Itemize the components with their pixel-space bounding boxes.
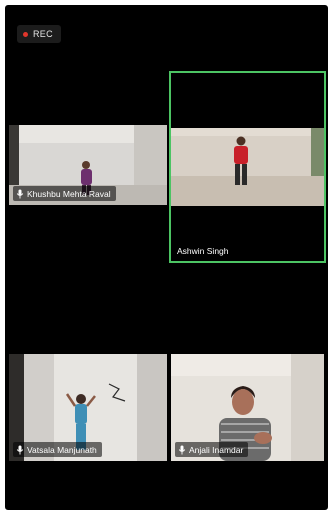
participant-name-tag: Anjali Inamdar [175, 442, 249, 457]
video-tile-khushbu[interactable]: Khushbu Mehta Raval [9, 125, 167, 205]
video-tile-anjali[interactable]: Anjali Inamdar [171, 354, 324, 461]
participant-name-tag: Khushbu Mehta Raval [13, 186, 116, 201]
video-tile-ashwin[interactable]: Ashwin Singh [169, 71, 326, 263]
video-feed [171, 73, 324, 261]
video-tile-vatsala[interactable]: Vatsala Manjunath [9, 354, 167, 461]
record-dot-icon [23, 31, 28, 37]
microphone-icon [178, 445, 186, 454]
participant-name: Anjali Inamdar [189, 444, 244, 455]
participant-name: Ashwin Singh [177, 246, 229, 256]
microphone-icon [16, 445, 24, 454]
recording-indicator: REC [17, 25, 61, 43]
participant-name: Vatsala Manjunath [27, 444, 97, 455]
microphone-icon [16, 189, 24, 198]
meeting-window: REC Khushbu Mehta Raval Ashwin Singh Vat… [5, 5, 328, 510]
participant-name: Khushbu Mehta Raval [27, 188, 111, 199]
recording-label: REC [33, 29, 53, 39]
participant-name-tag: Vatsala Manjunath [13, 442, 102, 457]
